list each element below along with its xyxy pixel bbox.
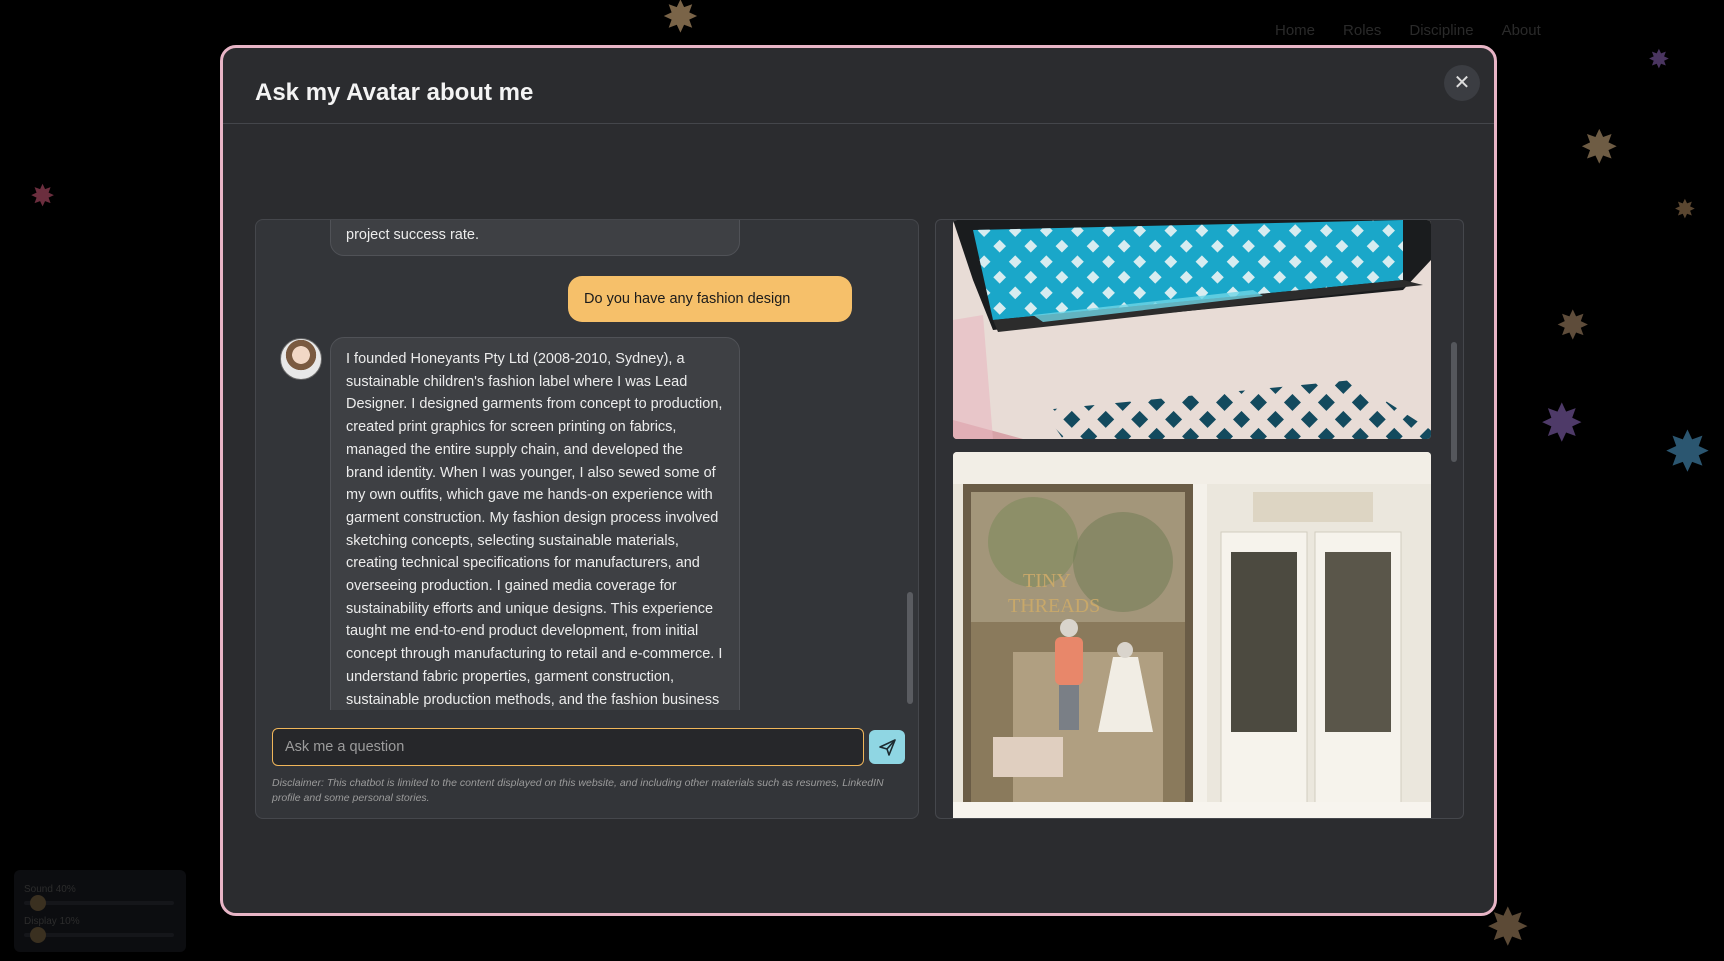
- bot-message: project success rate.: [330, 220, 740, 256]
- images-scrollbar[interactable]: [1451, 342, 1457, 462]
- star-decoration: ✸: [662, 0, 699, 42]
- star-decoration: ✸: [1540, 395, 1584, 453]
- star-decoration: ✸: [1648, 44, 1670, 74]
- modal-header: Ask my Avatar about me ✕: [223, 48, 1494, 124]
- star-decoration: ✸: [1674, 194, 1696, 224]
- message-text: project success rate.: [346, 227, 479, 243]
- nav-about[interactable]: About: [1502, 22, 1541, 39]
- widget-label: Display 10%: [24, 916, 80, 927]
- background-settings-widget: Sound 40% Display 10%: [14, 870, 186, 952]
- widget-label: Sound 40%: [24, 884, 76, 895]
- screen-printing-image: [953, 220, 1431, 439]
- star-decoration: ✸: [1580, 121, 1619, 173]
- slider-knob[interactable]: [30, 895, 46, 911]
- nav-discipline[interactable]: Discipline: [1409, 22, 1473, 39]
- message-list[interactable]: project success rate. Do you have any fa…: [256, 220, 918, 710]
- background-nav: Home Roles Discipline About: [1275, 22, 1541, 39]
- close-button[interactable]: ✕: [1444, 65, 1480, 101]
- images-panel[interactable]: TINY THREADS: [935, 219, 1464, 819]
- svg-text:THREADS: THREADS: [1008, 595, 1100, 617]
- chat-scrollbar[interactable]: [907, 592, 913, 704]
- bot-message: I founded Honeyants Pty Ltd (2008-2010, …: [330, 337, 740, 710]
- modal-title: Ask my Avatar about me: [255, 79, 534, 106]
- chat-panel: project success rate. Do you have any fa…: [255, 219, 919, 819]
- widget-slider[interactable]: [24, 927, 174, 943]
- message-text: I founded Honeyants Pty Ltd (2008-2010, …: [346, 351, 723, 708]
- question-input[interactable]: [272, 728, 864, 766]
- send-icon: [879, 739, 896, 756]
- avatar: [280, 338, 322, 380]
- user-message: Do you have any fashion design experienc…: [568, 276, 852, 353]
- chat-input-row: [272, 728, 905, 766]
- star-decoration: ✸: [30, 180, 56, 213]
- nav-roles[interactable]: Roles: [1343, 22, 1381, 39]
- nav-home[interactable]: Home: [1275, 22, 1315, 39]
- star-decoration: ✸: [1664, 420, 1711, 483]
- disclaimer: Disclaimer: This chatbot is limited to t…: [272, 777, 884, 804]
- send-button[interactable]: [869, 730, 905, 764]
- widget-slider[interactable]: [24, 895, 174, 911]
- slider-knob[interactable]: [30, 927, 46, 943]
- storefront-image: TINY THREADS: [953, 452, 1431, 818]
- star-decoration: ✸: [1556, 304, 1590, 348]
- close-icon: ✕: [1453, 72, 1471, 94]
- store-sign-text: TINY: [1023, 570, 1071, 592]
- avatar-chat-modal: Ask my Avatar about me ✕ project success…: [220, 45, 1497, 916]
